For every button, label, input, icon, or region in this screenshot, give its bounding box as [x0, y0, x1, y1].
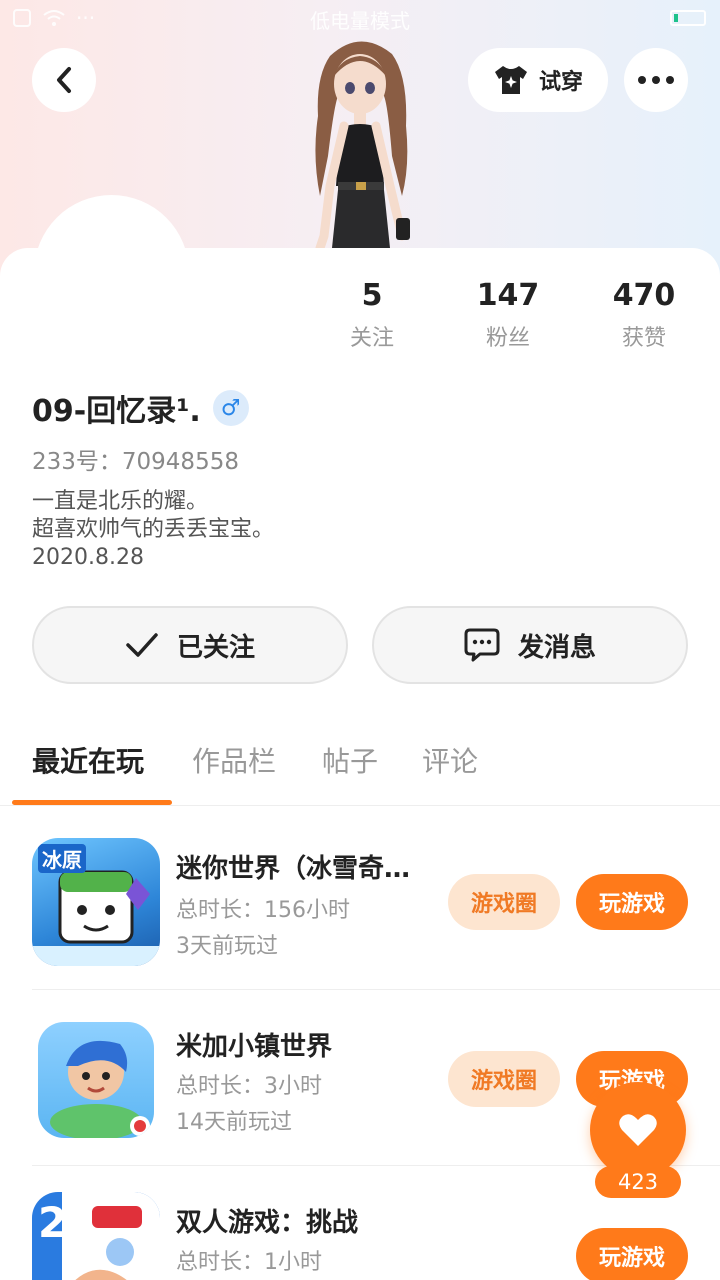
more-options-button[interactable]	[624, 48, 688, 112]
username-row: 09-回忆录¹. ♂	[32, 386, 249, 430]
male-gender-icon: ♂	[212, 390, 249, 426]
stat-following[interactable]: 5 关注	[304, 278, 440, 352]
stat-value: 5	[361, 278, 383, 313]
bio-line: 一直是北乐的耀。	[32, 489, 209, 514]
play-game-button[interactable]: 玩游戏	[576, 874, 688, 930]
game-title: 双人游戏：挑战	[176, 1208, 359, 1238]
more-dots-icon	[638, 76, 674, 84]
followed-button[interactable]: 已关注	[32, 606, 348, 684]
active-tab-indicator	[12, 800, 172, 805]
game-icon-miga-town[interactable]	[38, 1022, 154, 1138]
back-button[interactable]	[32, 48, 96, 112]
user-id: 233号：70948558	[32, 449, 239, 475]
username: 09-回忆录¹.	[32, 394, 201, 429]
miga-town-art	[50, 1040, 150, 1138]
bio-line: 超喜欢帅气的丢丢宝宝。	[32, 517, 275, 542]
avatar-character[interactable]	[280, 36, 440, 248]
profile-stats: 5 关注 147 粉丝 470 获赞	[304, 278, 712, 352]
game-last-played: 3天前玩过	[176, 934, 278, 959]
stat-label: 获赞	[621, 326, 666, 351]
chevron-left-icon	[57, 67, 71, 93]
stat-followers[interactable]: 147 粉丝	[440, 278, 576, 352]
stat-likes[interactable]: 470 获赞	[576, 278, 712, 352]
heart-icon	[619, 1114, 657, 1146]
play-game-button[interactable]: 玩游戏	[576, 1228, 688, 1280]
game-playtime: 总时长：1小时	[176, 1250, 322, 1275]
game-icon-badge: 冰原	[38, 844, 86, 873]
like-button[interactable]	[590, 1082, 686, 1178]
status-bar: ··· 低电量模式	[0, 0, 720, 36]
status-mode-text: 低电量模式	[310, 9, 410, 33]
like-count: 423	[595, 1166, 681, 1198]
game-circle-button[interactable]: 游戏圈	[448, 1051, 560, 1107]
checkmark-icon	[126, 633, 158, 657]
tab-works[interactable]: 作品栏	[192, 740, 276, 780]
game-playtime: 总时长：3小时	[176, 1074, 322, 1099]
send-message-button[interactable]: 发消息	[372, 606, 688, 684]
try-on-label: 试穿	[538, 70, 583, 95]
tab-comments[interactable]: 评论	[422, 740, 478, 780]
tshirt-icon	[494, 66, 527, 94]
game-last-played: 14天前玩过	[176, 1110, 292, 1135]
send-message-label: 发消息	[517, 632, 596, 663]
tab-posts[interactable]: 帖子	[322, 740, 378, 780]
stat-label: 粉丝	[485, 326, 530, 351]
followed-label: 已关注	[176, 632, 255, 663]
game-icon-mini-world[interactable]: 冰原	[32, 838, 160, 966]
profile-tabs: 最近在玩 作品栏 帖子 评论	[0, 728, 720, 806]
game-title: 迷你世界（冰雪奇缘版）	[176, 854, 426, 884]
game-icon-two-player[interactable]: 2	[32, 1192, 160, 1280]
user-bio: 一直是北乐的耀。 超喜欢帅气的丢丢宝宝。 2020.8.28	[32, 488, 274, 572]
battery-icon	[670, 10, 706, 26]
try-on-button[interactable]: 试穿	[468, 48, 608, 112]
game-icon-number: 2	[38, 1198, 68, 1247]
stat-value: 147	[476, 278, 540, 313]
game-title: 米加小镇世界	[176, 1032, 333, 1062]
game-list-item[interactable]: 冰原 迷你世界（冰雪奇缘版） 总时长：156小时 3天前玩过 游戏圈 玩游戏	[0, 814, 720, 990]
game-circle-button[interactable]: 游戏圈	[448, 874, 560, 930]
stat-label: 关注	[349, 326, 394, 351]
tab-recent-played[interactable]: 最近在玩	[32, 740, 144, 780]
stat-value: 470	[612, 278, 676, 313]
game-playtime: 总时长：156小时	[176, 898, 350, 923]
bio-line: 2020.8.28	[32, 545, 144, 570]
chat-bubble-icon	[464, 628, 500, 662]
